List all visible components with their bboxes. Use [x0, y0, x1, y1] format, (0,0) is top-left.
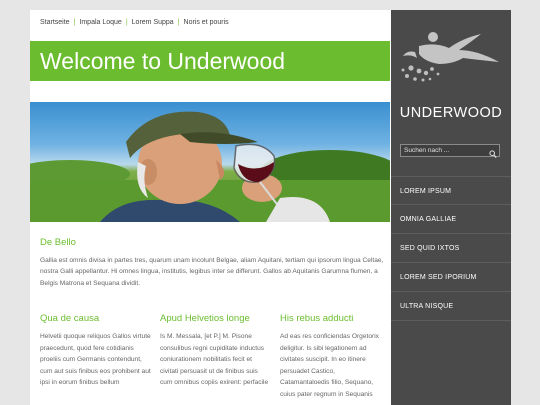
- page-title: Welcome to Underwood: [40, 48, 286, 74]
- nav-separator: |: [125, 19, 128, 26]
- intro-paragraph: Gallia est omnis divisa in partes tres, …: [40, 257, 384, 287]
- sidebar: UNDERWOOD LOREM IPSUM OMNIA GALLIAE SED …: [391, 10, 511, 405]
- column-1-heading: Qua de causa: [40, 313, 100, 324]
- column-2-heading: Apud Helvetios longe: [160, 313, 250, 324]
- sidebar-item-omnia-galliae[interactable]: OMNIA GALLIAE: [391, 205, 511, 234]
- column-1-text: Helvetii quoque reliquos Gallos virtute …: [40, 333, 151, 386]
- sidebar-item-sed-quid-ixtos[interactable]: SED QUID IXTOS: [391, 234, 511, 263]
- flying-figure-logo-icon[interactable]: [399, 28, 503, 97]
- nav-link-startseite[interactable]: Startseite: [40, 19, 70, 26]
- column-2-text: Is M. Messala, [et P.] M. Pisone consuli…: [160, 333, 269, 386]
- top-navigation: Startseite | Impala Loque | Lorem Suppa | Nori…: [40, 19, 229, 26]
- logo-graphic: [401, 32, 499, 82]
- page-frame: Startseite | Impala Loque | Lorem Suppa | Nori…: [30, 10, 511, 405]
- title-banner: Welcome to Underwood: [30, 41, 390, 81]
- nav-separator: |: [73, 19, 76, 26]
- nav-separator: |: [177, 19, 180, 26]
- hero-image: [30, 102, 390, 222]
- sidebar-menu: LOREM IPSUM OMNIA GALLIAE SED QUID IXTOS…: [391, 176, 511, 321]
- column-3-text: Ad eas res conficiendas Orgetorix deligi…: [280, 333, 379, 398]
- sidebar-item-ultra-nisque[interactable]: ULTRA NISQUE: [391, 292, 511, 321]
- nav-link-noris-et-pouris[interactable]: Noris et pouris: [184, 19, 229, 26]
- sidebar-item-lorem-sed-iporium[interactable]: LOREM SED IPORIUM: [391, 263, 511, 292]
- search-input[interactable]: [401, 145, 487, 156]
- search-box: [400, 144, 500, 158]
- intro-heading: De Bello: [40, 237, 76, 248]
- column-3-heading: His rebus adducti: [280, 313, 354, 324]
- nav-link-impala-loque[interactable]: Impala Loque: [79, 19, 121, 26]
- brand-name: UNDERWOOD: [399, 105, 503, 121]
- hero-illustration: [30, 111, 390, 222]
- nav-link-lorem-suppa[interactable]: Lorem Suppa: [132, 19, 174, 26]
- search-icon[interactable]: [489, 146, 497, 164]
- sidebar-item-lorem-ipsum[interactable]: LOREM IPSUM: [391, 176, 511, 205]
